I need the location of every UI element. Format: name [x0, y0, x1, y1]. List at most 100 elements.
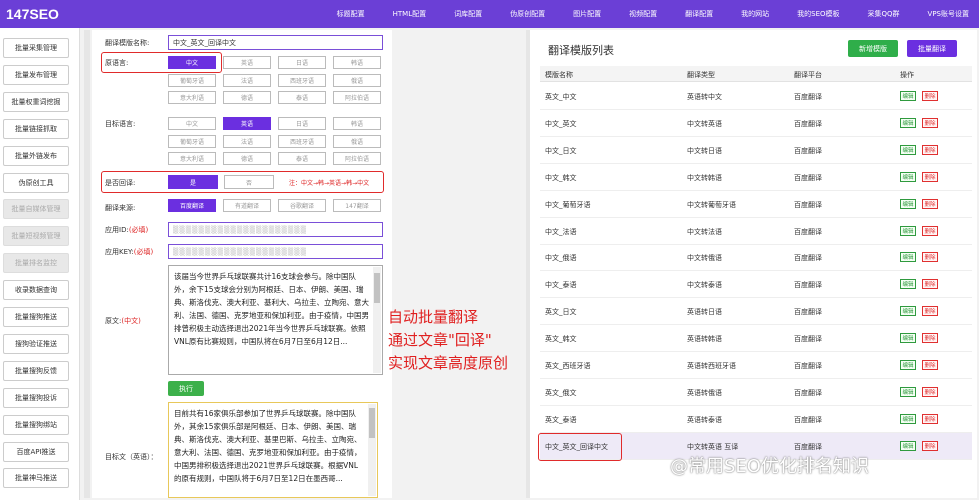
sidebar-item[interactable]: 百度API推送	[3, 441, 69, 462]
target-lang-option[interactable]: 葡萄牙语	[168, 134, 216, 148]
edit-button[interactable]: 编辑	[900, 252, 916, 263]
back-translate-no[interactable]: 否	[224, 175, 274, 189]
result-text: 目前共有16家俱乐部参加了世界乒乓球联赛。除中国队外，其余15家俱乐部是阿根廷、…	[174, 409, 362, 483]
sidebar-item[interactable]: 批量排名监控	[3, 253, 69, 274]
add-template-button[interactable]: 新增模版	[848, 40, 898, 57]
nav-item[interactable]: 翻译配置	[685, 9, 713, 19]
delete-button[interactable]: 删除	[922, 306, 938, 317]
delete-button[interactable]: 删除	[922, 117, 938, 128]
sidebar-scrollbar[interactable]	[84, 30, 90, 498]
delete-button[interactable]: 删除	[922, 225, 938, 236]
edit-button[interactable]: 编辑	[900, 386, 916, 397]
delete-button[interactable]: 删除	[922, 198, 938, 209]
sidebar-item[interactable]: 批量外链发布	[3, 145, 69, 166]
source-lang-option[interactable]: 中文	[168, 56, 216, 69]
target-lang-option[interactable]: 俄语	[333, 134, 381, 148]
sidebar-item[interactable]: 搜狗验证推送	[3, 333, 69, 354]
sidebar-item[interactable]: 批量采集管理	[3, 38, 69, 58]
source-lang-option[interactable]: 韩语	[333, 56, 381, 69]
delete-button[interactable]: 删除	[922, 440, 938, 451]
edit-button[interactable]: 编辑	[900, 279, 916, 290]
nav-item[interactable]: VPS账号设置	[928, 9, 969, 19]
appid-input[interactable]: ▒▒▒▒▒▒▒▒▒▒▒▒▒▒▒▒▒▒▒▒▒	[168, 222, 383, 237]
cell-type: 中文转韩语	[687, 173, 722, 182]
edit-button[interactable]: 编辑	[900, 144, 916, 155]
nav-item[interactable]: 图片配置	[573, 9, 601, 19]
edit-button[interactable]: 编辑	[900, 440, 916, 451]
delete-button[interactable]: 删除	[922, 333, 938, 344]
nav-item[interactable]: HTML配置	[393, 9, 426, 19]
source-lang-option[interactable]: 阿拉伯语	[333, 91, 381, 104]
batch-translate-button[interactable]: 批量翻译	[907, 40, 957, 57]
engine-option[interactable]: 谷歌翻译	[278, 199, 326, 212]
target-lang-option[interactable]: 泰语	[278, 152, 326, 165]
delete-button[interactable]: 删除	[922, 413, 938, 424]
template-name-input[interactable]: 中文_英文_回译中文	[168, 35, 383, 50]
target-lang-option[interactable]: 中文	[168, 117, 216, 130]
nav-item[interactable]: 词库配置	[454, 9, 482, 19]
engine-option[interactable]: 有道翻译	[223, 199, 271, 212]
nav-item[interactable]: 采集QQ群	[868, 9, 900, 19]
sidebar-item[interactable]: 批量发布管理	[3, 64, 69, 85]
source-lang-option[interactable]: 西班牙语	[278, 73, 326, 87]
sidebar-item[interactable]: 批量搜狗反馈	[3, 360, 69, 381]
sidebar-item[interactable]: 批量搜狗绑站	[3, 414, 69, 435]
nav-item[interactable]: 我的SEO模板	[797, 9, 839, 19]
nav-item[interactable]: 标题配置	[337, 9, 365, 19]
result-text-scrollbar[interactable]	[368, 404, 376, 496]
original-text-scrollbar[interactable]	[373, 267, 381, 373]
source-lang-option[interactable]: 日语	[278, 56, 326, 69]
target-lang-option[interactable]: 韩语	[333, 117, 381, 130]
edit-button[interactable]: 编辑	[900, 413, 916, 424]
target-lang-option[interactable]: 日语	[278, 117, 326, 130]
source-lang-option[interactable]: 意大利语	[168, 91, 216, 104]
engine-option[interactable]: 147翻译	[333, 199, 381, 212]
source-lang-option[interactable]: 俄语	[333, 73, 381, 87]
edit-button[interactable]: 编辑	[900, 333, 916, 344]
delete-button[interactable]: 删除	[922, 144, 938, 155]
delete-button[interactable]: 删除	[922, 171, 938, 182]
sidebar-item[interactable]: 批量权重词挖掘	[3, 91, 69, 112]
delete-button[interactable]: 删除	[922, 386, 938, 397]
edit-button[interactable]: 编辑	[900, 198, 916, 209]
target-lang-option[interactable]: 英语	[223, 117, 271, 130]
result-text-area[interactable]: 目前共有16家俱乐部参加了世界乒乓球联赛。除中国队外，其余15家俱乐部是阿根廷、…	[168, 402, 378, 498]
source-lang-option[interactable]: 葡萄牙语	[168, 73, 216, 87]
sidebar-item[interactable]: 批量短视频管理	[3, 226, 69, 247]
appkey-input[interactable]: ▒▒▒▒▒▒▒▒▒▒▒▒▒▒▒▒▒▒▒▒▒	[168, 244, 383, 259]
target-lang-option[interactable]: 西班牙语	[278, 134, 326, 148]
edit-button[interactable]: 编辑	[900, 306, 916, 317]
target-lang-option[interactable]: 意大利语	[168, 152, 216, 165]
edit-button[interactable]: 编辑	[900, 171, 916, 182]
nav-item[interactable]: 我的网站	[741, 9, 769, 19]
sidebar-item[interactable]: 批量搜狗投诉	[3, 387, 69, 408]
target-lang-option[interactable]: 法语	[223, 134, 271, 148]
sidebar-item[interactable]: 批量链接抓取	[3, 118, 69, 139]
delete-button[interactable]: 删除	[922, 279, 938, 290]
source-lang-option[interactable]: 泰语	[278, 91, 326, 104]
source-lang-option[interactable]: 法语	[223, 73, 271, 87]
edit-button[interactable]: 编辑	[900, 91, 916, 101]
sidebar-item[interactable]: 收录数据查询	[3, 280, 69, 301]
edit-button[interactable]: 编辑	[900, 225, 916, 236]
cell-type: 中文转法语	[687, 227, 722, 236]
edit-button[interactable]: 编辑	[900, 360, 916, 370]
run-button[interactable]: 执行	[168, 381, 204, 396]
sidebar-item[interactable]: 批量自媒体管理	[3, 199, 69, 220]
nav-item[interactable]: 伪原创配置	[510, 9, 545, 19]
delete-button[interactable]: 删除	[922, 91, 938, 101]
original-text-area[interactable]: 该届当今世界乒乓球联赛共计16支球会参与。除中国队外，余下15支球会分别为阿根廷…	[168, 265, 383, 375]
edit-button[interactable]: 编辑	[900, 117, 916, 128]
delete-button[interactable]: 删除	[922, 360, 938, 370]
source-lang-option[interactable]: 英语	[223, 56, 271, 69]
delete-button[interactable]: 删除	[922, 252, 938, 263]
source-lang-option[interactable]: 德语	[223, 91, 271, 104]
engine-option[interactable]: 百度翻译	[168, 199, 216, 212]
sidebar-item[interactable]: 批量搜狗推送	[3, 307, 69, 327]
nav-item[interactable]: 视频配置	[629, 9, 657, 19]
sidebar-item[interactable]: 批量神马推送	[3, 468, 69, 489]
target-lang-option[interactable]: 德语	[223, 152, 271, 165]
target-lang-option[interactable]: 阿拉伯语	[333, 152, 381, 165]
sidebar-item[interactable]: 伪原创工具	[3, 172, 69, 193]
back-translate-yes[interactable]: 是	[168, 175, 218, 189]
